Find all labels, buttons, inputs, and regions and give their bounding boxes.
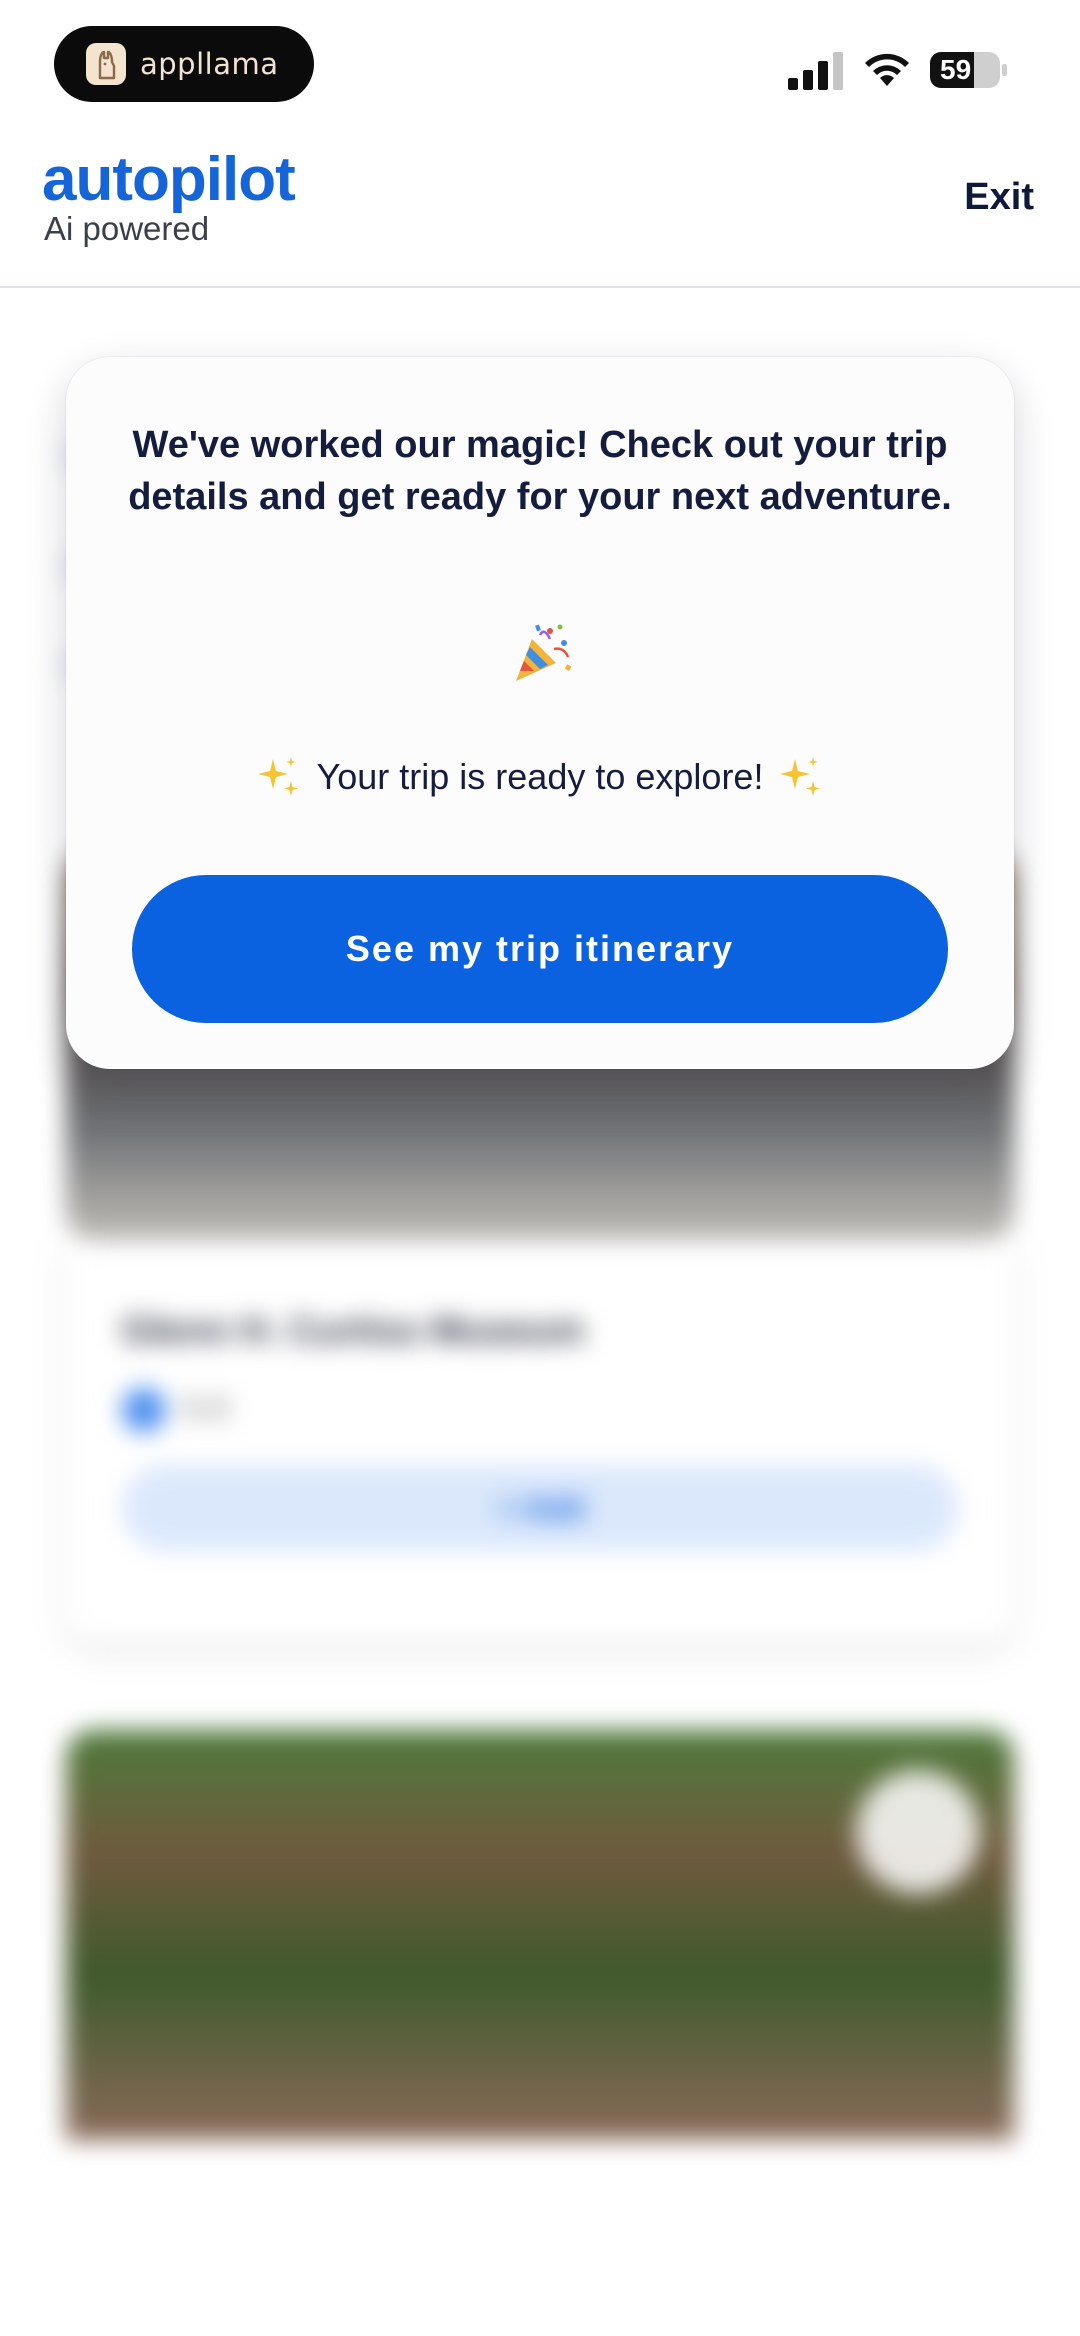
- ready-message-row: Your trip is ready to explore!: [106, 755, 974, 799]
- wifi-icon: [865, 53, 909, 86]
- attraction-image-2: [66, 1730, 1014, 2140]
- exit-button[interactable]: Exit: [964, 176, 1034, 219]
- battery-icon: 59: [930, 50, 1008, 90]
- status-bar: appllama 59: [0, 0, 1080, 130]
- trip-ready-modal: We've worked our magic! Check out your t…: [66, 357, 1014, 1069]
- attraction-title: Glenn H. Curtiss Museum: [122, 1310, 585, 1352]
- see-trip-itinerary-button[interactable]: See my trip itinerary: [132, 875, 948, 1023]
- party-popper-icon: [516, 624, 572, 681]
- app-indicator-pill[interactable]: appllama: [54, 26, 314, 102]
- sparkles-icon: [780, 757, 821, 796]
- attraction-card: Glenn H. Curtiss Museum 5.0 + Add: [66, 1240, 1014, 1640]
- llama-icon: [86, 43, 126, 85]
- sparkles-icon: [257, 757, 298, 796]
- autopilot-logo[interactable]: autopilot: [42, 144, 296, 215]
- modal-message: We've worked our magic! Check out your t…: [128, 424, 952, 518]
- favorite-icon[interactable]: [856, 1770, 980, 1894]
- cellular-signal-icon: [788, 52, 843, 90]
- app-header: autopilot Ai powered Exit: [0, 130, 1080, 288]
- rating-value: 5.0: [184, 1390, 229, 1426]
- logo-subtitle: Ai powered: [44, 210, 210, 247]
- ready-message-text: Your trip is ready to explore!: [316, 756, 764, 797]
- battery-level-text: 59: [940, 54, 972, 85]
- add-attraction-button[interactable]: + Add: [122, 1465, 958, 1551]
- rating-icon: [122, 1388, 166, 1432]
- app-name-label: appllama: [140, 47, 279, 81]
